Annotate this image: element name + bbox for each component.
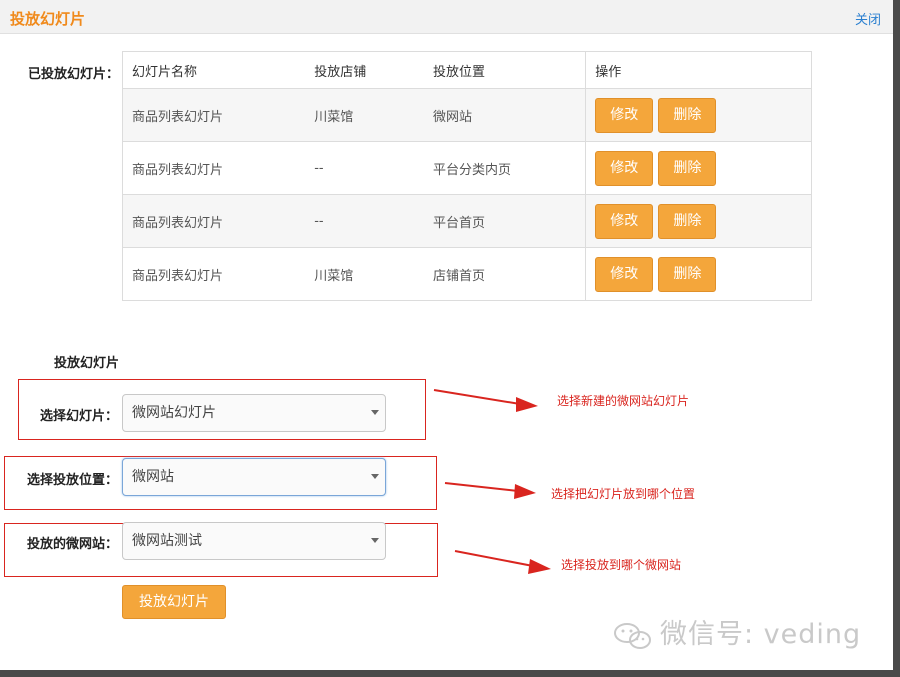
watermark-text: 微信号: veding (660, 619, 862, 650)
arrow-head-2 (514, 484, 536, 499)
annotation-note-position: 选择把幻灯片放到哪个位置 (551, 487, 696, 501)
arrow-line-2 (444, 482, 519, 492)
annotation-note-slide: 选择新建的微网站幻灯片 (557, 394, 690, 408)
annotation-note-site: 选择投放到哪个微网站 (561, 558, 682, 572)
arrow-line-1 (433, 389, 521, 405)
wechat-icon (614, 622, 651, 649)
arrow-head-1 (516, 397, 538, 412)
arrow-line-3 (454, 550, 534, 567)
watermark: 微信号: veding (612, 612, 861, 652)
annotation-arrows (433, 389, 551, 574)
arrow-head-3 (528, 559, 551, 574)
